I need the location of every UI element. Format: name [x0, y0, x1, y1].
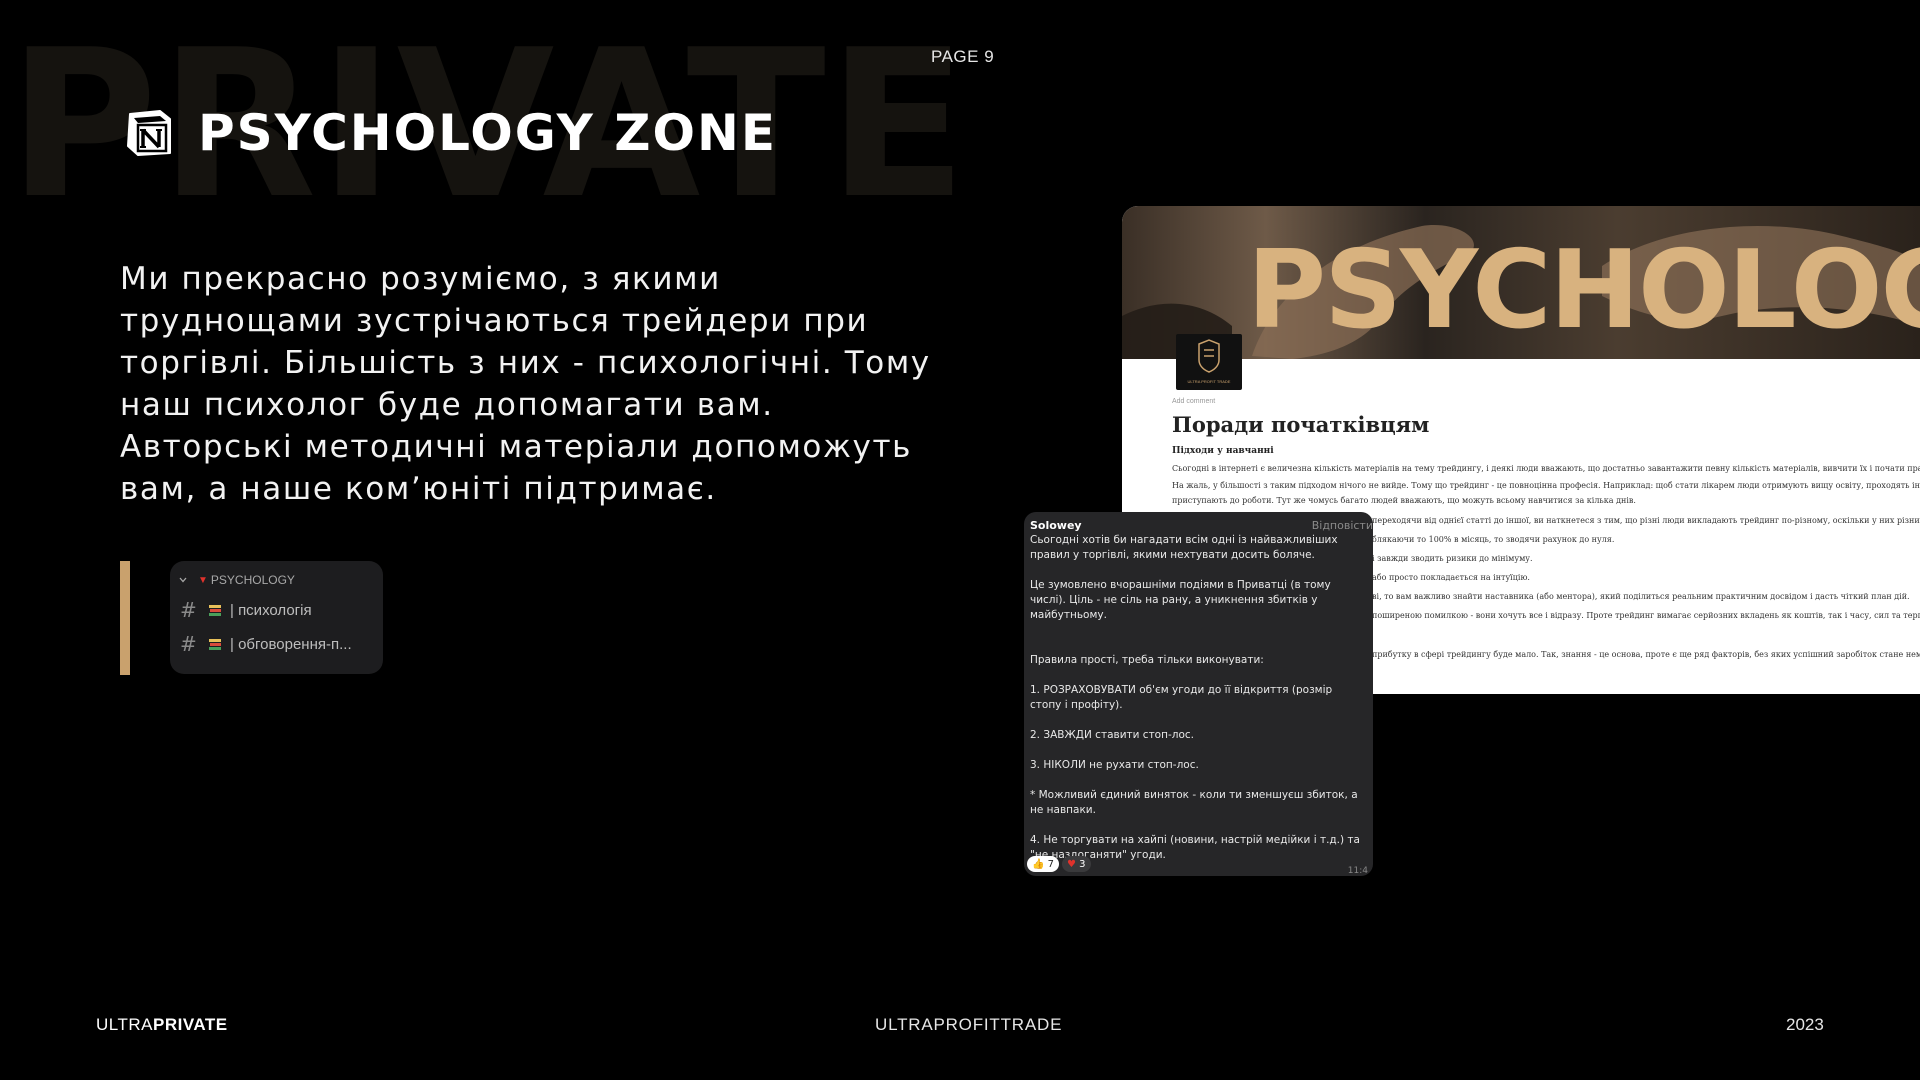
notion-text-line: прибутку в сфері трейдингу буде мало. Та… [1372, 650, 1920, 659]
notion-text-line: ві, то вам важливо знайти наставника (аб… [1372, 592, 1910, 601]
message-time: 11:4 [1347, 866, 1368, 876]
brand-text: ULTRA PROFIT TRADE [1187, 379, 1231, 384]
notion-text-line: або просто покладається на інтуїцію. [1372, 573, 1530, 582]
notion-text-line: блякаючи то 100% в місяць, то зводячи ра… [1372, 535, 1615, 544]
channel-item-psychology[interactable]: # | психологія [180, 598, 380, 622]
hash-icon: # [180, 632, 197, 656]
reaction-thumbs-up[interactable]: 👍 7 [1027, 856, 1060, 872]
notion-text-line: приступають до роботи. Тут же чомусь баг… [1172, 496, 1636, 505]
hash-icon: # [180, 598, 197, 622]
brand-logo: ULTRA PROFIT TRADE [1176, 334, 1242, 390]
page-number: PAGE 9 [931, 47, 995, 66]
books-icon [209, 605, 221, 616]
add-comment-link[interactable]: Add comment [1172, 398, 1215, 405]
message-paragraph: Правила прості, треба тільки виконувати: [1030, 654, 1264, 666]
message-paragraph: 1. РОЗРАХОВУВАТИ об'єм угоди до її відкр… [1030, 684, 1333, 711]
channel-label: | обговорення-п... [230, 635, 352, 653]
notion-text-line: Сьогодні в інтернеті є величезна кількіс… [1172, 464, 1920, 473]
title-row: PSYCHOLOGY ZONE [124, 104, 777, 162]
cover-title: PSYCHOLOG [1247, 228, 1920, 353]
heart-icon: ♥ [1067, 858, 1076, 870]
footer-year: 2023 [1786, 1015, 1824, 1034]
channel-category[interactable]: ▼ PSYCHOLOGY [178, 573, 295, 587]
footer-brand: ULTRAPRIVATE [96, 1015, 228, 1035]
notion-subheading: Підходи у навчанні [1172, 446, 1274, 456]
notion-text-line: і завжди зводить ризики до мінімуму. [1372, 554, 1533, 563]
message-paragraph: * Можливий єдиний виняток - коли ти змен… [1030, 789, 1358, 816]
thumbs-up-icon: 👍 [1032, 858, 1045, 870]
reaction-heart[interactable]: ♥ 3 [1062, 856, 1091, 872]
channel-item-discussion[interactable]: # | обговорення-п... [180, 632, 380, 656]
reactions: 👍 7 ♥ 3 [1027, 856, 1094, 872]
discord-channel-panel: ▼ PSYCHOLOGY # | психологія # | обговоре… [170, 561, 383, 674]
reply-button[interactable]: Відповісти [1312, 518, 1373, 533]
reaction-count: 3 [1079, 858, 1086, 870]
message-paragraph: Сьогодні хотів би нагадати всім одні із … [1030, 534, 1338, 561]
chevron-down-icon [179, 577, 187, 583]
category-label: PSYCHOLOGY [210, 573, 295, 587]
footer-brand-bold: PRIVATE [152, 1015, 228, 1034]
red-triangle-icon: ▼ [198, 574, 208, 586]
message-paragraph: 2. ЗАВЖДИ ставити стоп-лос. [1030, 729, 1195, 741]
message-author: Solowey [1030, 519, 1082, 532]
footer-center: ULTRAPROFITTRADE [875, 1015, 1063, 1034]
notion-icon [127, 110, 171, 156]
notion-text-line: переходячи від однієї статті до іншої, в… [1372, 516, 1920, 525]
reaction-count: 7 [1047, 858, 1055, 870]
page-title: PSYCHOLOGY ZONE [198, 104, 778, 162]
intro-paragraph: Ми прекрасно розуміємо, з якими трудноща… [120, 261, 931, 507]
channel-label: | психологія [230, 601, 312, 619]
notion-text-line: поширеною помилкою - вони хочуть все і в… [1372, 611, 1920, 620]
message-body: Сьогодні хотів би нагадати всім одні із … [1030, 533, 1365, 876]
message-paragraph: 3. НІКОЛИ не рухати стоп-лос. [1030, 759, 1199, 771]
message-paragraph: Це зумовлено вчорашніми подіями в Приват… [1030, 579, 1331, 621]
accent-bar [120, 561, 130, 675]
notion-text-line: На жаль, у більшості з таким підходом ні… [1172, 481, 1920, 490]
footer-brand-light: ULTRA [96, 1015, 153, 1034]
books-icon [209, 639, 221, 650]
telegram-message: Solowey Відповісти Сьогодні хотів би наг… [1024, 512, 1373, 876]
notion-page-title: Поради початківцям [1172, 412, 1430, 437]
